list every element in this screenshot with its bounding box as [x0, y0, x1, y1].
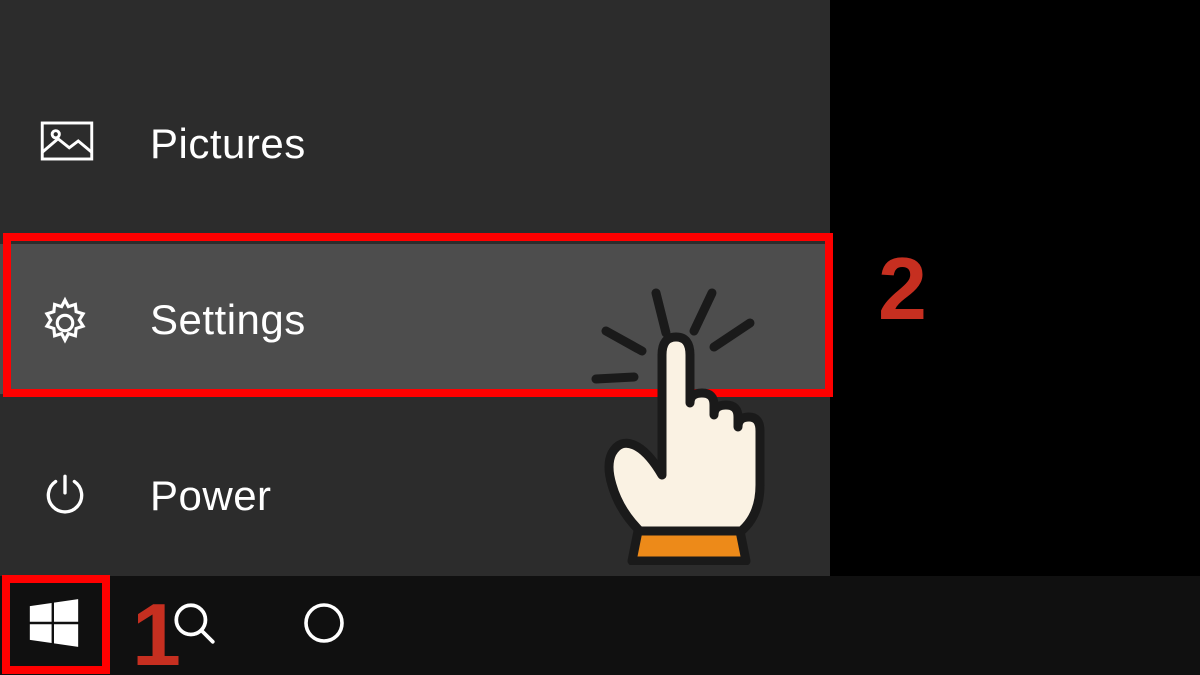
annotation-number-2: 2: [878, 238, 927, 340]
start-item-documents[interactable]: Documents: [0, 0, 830, 32]
gear-icon: [36, 294, 94, 352]
taskbar-cortana-button[interactable]: [270, 576, 378, 675]
start-item-settings[interactable]: Settings: [0, 244, 830, 394]
windows-logo-icon: [25, 594, 83, 657]
start-item-power[interactable]: Power: [0, 424, 830, 566]
screenshot-stage: Documents Pictures Settings: [0, 0, 1200, 675]
pictures-icon: [40, 120, 94, 162]
cortana-icon: [300, 599, 348, 652]
power-icon: [40, 470, 90, 520]
start-item-label: Settings: [150, 296, 306, 344]
start-menu-panel: Documents Pictures Settings: [0, 0, 830, 576]
taskbar: [0, 576, 1200, 675]
start-item-label: Power: [150, 472, 272, 520]
start-item-pictures[interactable]: Pictures: [0, 72, 830, 214]
start-button[interactable]: [0, 576, 108, 675]
search-icon: [169, 598, 219, 653]
taskbar-search-button[interactable]: [140, 576, 248, 675]
start-item-label: Pictures: [150, 120, 306, 168]
